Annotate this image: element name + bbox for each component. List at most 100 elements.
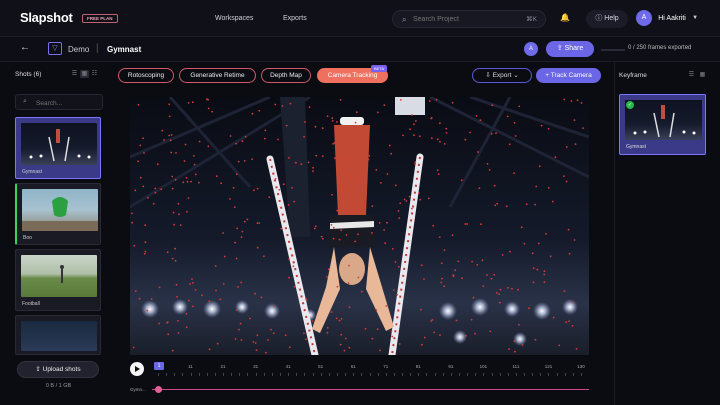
playhead[interactable]: 1 [154,362,164,370]
user-menu[interactable]: A Hi Aakriti ▼ [636,10,698,28]
frame-tick [206,373,208,376]
track-line[interactable] [152,389,589,390]
shot-card-4[interactable] [15,315,101,355]
tracking-point [240,281,243,284]
tracking-point [543,270,546,273]
tracking-point [351,161,354,164]
keyframe-card[interactable]: ✓ Gymnast [619,94,706,155]
tracking-point [574,143,577,145]
tracking-point [390,330,393,332]
frame-tick [515,373,517,376]
tracking-point [340,333,343,336]
tracking-point [464,138,467,141]
tracking-point [535,185,538,188]
play-button[interactable] [130,362,144,376]
project-search[interactable]: ⌕ ⌘K [392,10,546,28]
tracking-point [326,115,329,117]
tracking-point [268,196,271,198]
tracking-point [565,180,568,183]
upload-shots-button[interactable]: ⇪ Upload shots [17,361,99,378]
tracking-point [304,121,306,123]
tracking-point [154,187,157,190]
back-arrow-icon[interactable]: ← [20,42,30,53]
frame-tick [288,373,290,376]
tracking-point [158,286,161,289]
tracking-point [251,158,253,160]
check-icon: ✓ [626,101,634,109]
tracking-point [138,297,141,300]
frame-tick [345,373,347,376]
tracking-point [547,187,550,189]
tracking-point [367,158,370,161]
tracking-point [339,343,342,346]
tracking-point [146,309,149,312]
tracking-point [475,115,478,117]
timeline: 1 11 21 31 41 51 61 71 81 91 101 111 121 130 Gymn... [130,361,589,401]
shot-card-boo[interactable]: Boo [15,183,101,245]
tracking-point [348,203,351,206]
tracking-point [327,268,330,271]
tracking-point [494,204,497,207]
track-handle[interactable] [155,386,162,393]
grid-view-icon[interactable]: ▦ [698,71,707,79]
tracking-point [185,312,188,315]
tracking-point [355,111,358,114]
shot-card-gymnast[interactable]: Gymnast [15,117,101,179]
grid-view-icon[interactable]: ▦ [80,70,89,78]
shots-search[interactable]: ⌕ [15,94,103,110]
bell-icon[interactable]: 🔔 [560,13,570,22]
project-search-input[interactable] [413,14,513,25]
list-view-icon[interactable]: ☰ [70,70,79,78]
shots-search-input[interactable] [36,98,96,108]
tracking-point [528,307,530,310]
frame-tick [247,373,249,376]
mode-generative-retime[interactable]: Generative Retime [179,68,256,83]
tracking-point [563,175,565,177]
tracking-point [415,120,417,122]
tracking-point [265,351,267,354]
help-button[interactable]: ⓘ Help [586,10,628,28]
track-camera-button[interactable]: + Track Camera [536,68,601,83]
list-view-icon[interactable]: ☰ [687,71,696,79]
nav-exports[interactable]: Exports [283,15,307,22]
tracking-point [194,289,197,291]
tracking-point [277,138,279,141]
video-viewport[interactable] [130,97,589,355]
mode-depth-map[interactable]: Depth Map [261,68,311,83]
project-name[interactable]: Demo [68,45,89,54]
tracking-point [211,110,214,113]
tracking-point [292,265,295,268]
frame-tick [483,373,485,376]
compact-view-icon[interactable]: ☷ [90,70,99,78]
tracking-point [433,331,435,334]
collaborator-avatar[interactable]: A [524,42,538,56]
nav-workspaces[interactable]: Workspaces [215,15,253,22]
tracking-point [455,319,458,322]
mode-rotoscoping[interactable]: Rotoscoping [118,68,174,83]
tracking-point [427,197,430,200]
tracking-point [241,230,244,233]
tracking-point [321,237,324,240]
tracking-point [314,125,317,128]
shot-card-football[interactable]: Football [15,249,101,311]
tracking-point [234,338,237,340]
tracking-point [547,127,550,130]
app-logo[interactable]: Slapshot [20,10,73,25]
tracking-point [303,332,305,335]
tracking-point [573,119,576,121]
tracking-point [443,143,446,145]
tracking-point [545,233,547,235]
tracking-point [499,288,502,291]
tracking-point [137,104,140,106]
tracking-point [207,98,209,101]
tracking-point [419,198,422,201]
tracking-point [536,268,539,271]
share-button[interactable]: ⇪ Share [546,41,594,57]
tracking-point [445,132,448,134]
tracking-point [498,293,500,295]
tracking-point [391,335,394,338]
export-dropdown[interactable]: ⇩ Export ⌄ [472,68,532,83]
frame-ruler[interactable]: 1 11 21 31 41 51 61 71 81 91 101 111 121 130 [152,361,589,379]
tracking-point [495,292,498,294]
frame-tick-label: 101 [479,364,488,369]
